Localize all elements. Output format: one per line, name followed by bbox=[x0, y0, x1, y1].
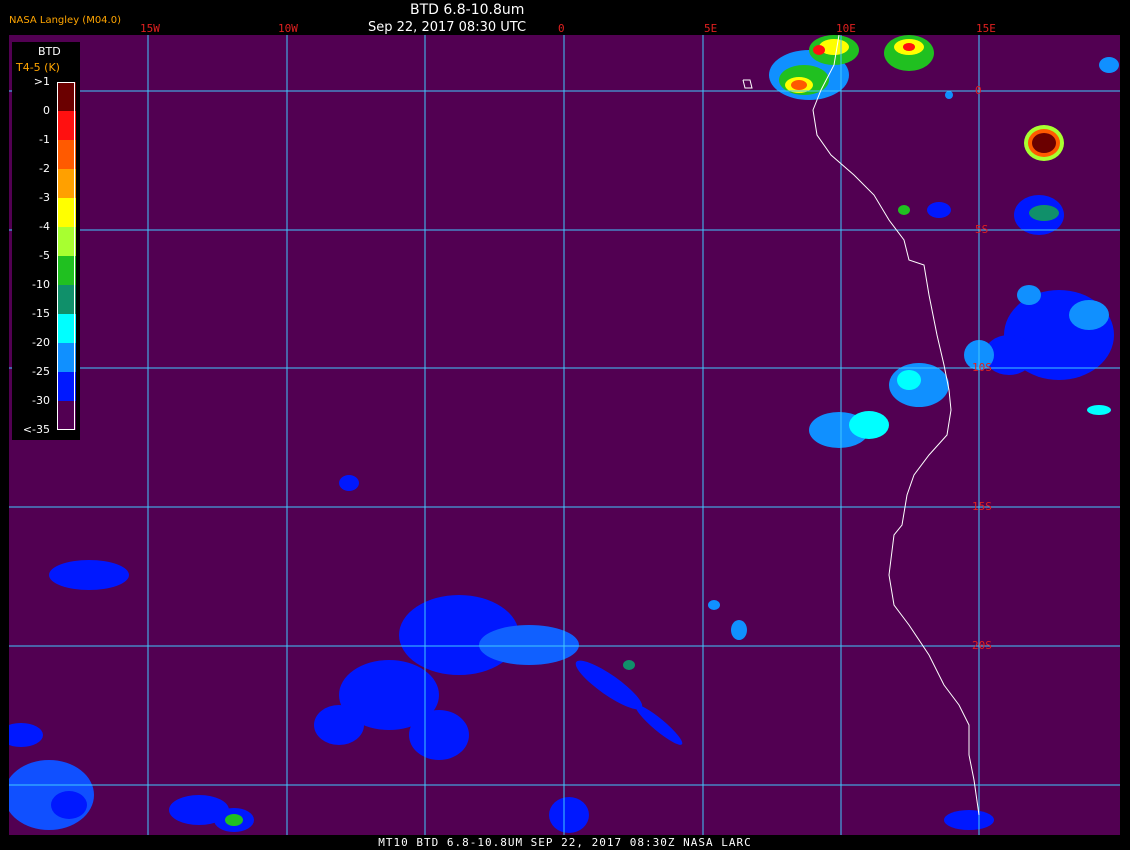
lon-label-15w: 15W bbox=[140, 22, 160, 35]
legend-value: >1 bbox=[33, 75, 50, 88]
legend-value: -10 bbox=[32, 278, 50, 291]
lat-label-15s: 15S bbox=[972, 500, 992, 513]
credit-label: NASA Langley (M04.0) bbox=[9, 15, 121, 26]
lon-label-5e: 5E bbox=[704, 22, 718, 35]
legend-value: -2 bbox=[39, 162, 50, 175]
lon-label-10e: 10E bbox=[836, 22, 856, 35]
legend-value: -3 bbox=[39, 191, 50, 204]
island-outline bbox=[742, 79, 753, 89]
legend-value: -25 bbox=[32, 365, 50, 378]
legend-value: 0 bbox=[43, 104, 50, 117]
legend-frame bbox=[57, 82, 75, 430]
lon-label-15e: 15E bbox=[976, 22, 996, 35]
legend-value: -1 bbox=[39, 133, 50, 146]
lat-label-5s: 5S bbox=[975, 223, 989, 236]
legend-value: <-35 bbox=[22, 423, 50, 436]
legend-value: -5 bbox=[39, 249, 50, 262]
footer-label: MT10 BTD 6.8-10.8UM SEP 22, 2017 08:30Z … bbox=[378, 836, 752, 849]
lon-label-0: 0 bbox=[558, 22, 565, 35]
timestamp-title: Sep 22, 2017 08:30 UTC bbox=[368, 20, 527, 35]
lat-label-10s: 10S bbox=[972, 361, 992, 374]
product-title: BTD 6.8-10.8um bbox=[410, 2, 525, 18]
color-legend: BTD T4-5 (K) >1 0 -1 -2 -3 -4 -5 -10 -15 -20 -25 -3… bbox=[12, 42, 80, 440]
legend-value: -15 bbox=[32, 307, 50, 320]
map-graphics bbox=[9, 35, 1120, 835]
lat-label-0: 0 bbox=[975, 84, 982, 97]
legend-value: -4 bbox=[39, 220, 50, 233]
legend-value: -20 bbox=[32, 336, 50, 349]
lat-label-20s: 20S bbox=[972, 639, 992, 652]
lon-label-10w: 10W bbox=[278, 22, 298, 35]
legend-value: -30 bbox=[32, 394, 50, 407]
legend-subtitle: T4-5 (K) bbox=[16, 61, 60, 74]
legend-title: BTD bbox=[38, 45, 61, 58]
graticule bbox=[9, 35, 1120, 835]
satellite-map[interactable] bbox=[9, 35, 1120, 835]
